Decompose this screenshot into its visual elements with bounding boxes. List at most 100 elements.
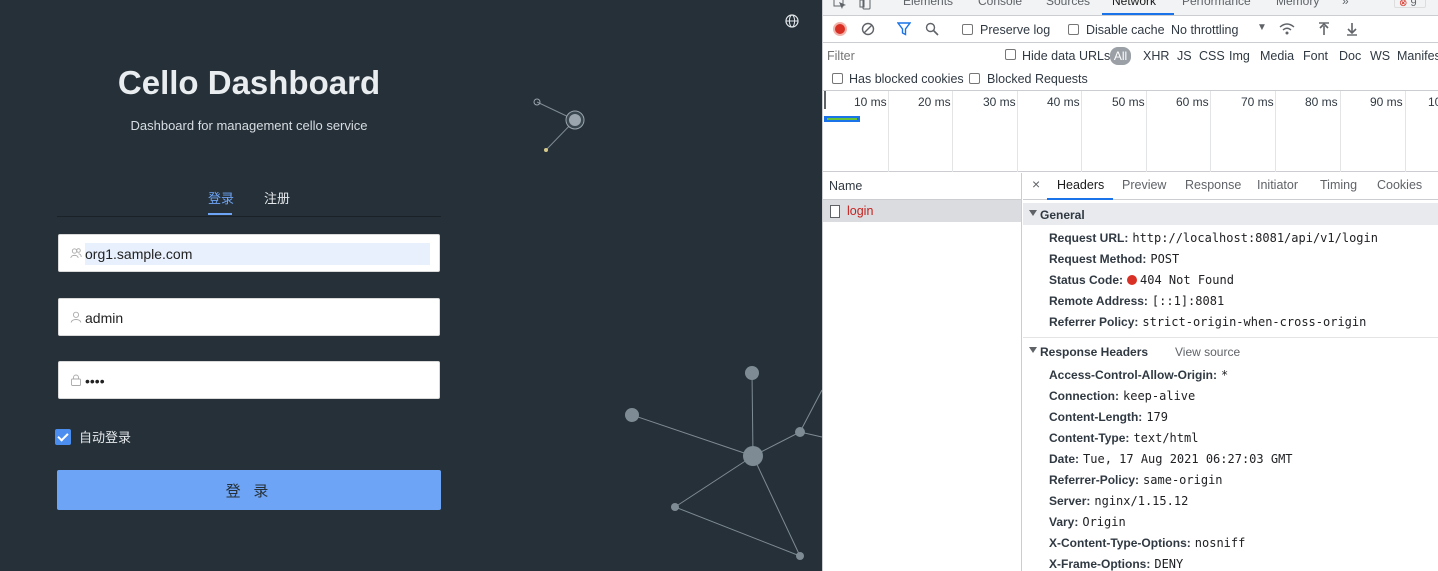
timeline-gridline [1146,91,1147,172]
tab-preview[interactable]: Preview [1122,178,1166,192]
general-row: Remote Address: [::1]:8081 [1049,294,1224,308]
tab-initiator[interactable]: Initiator [1257,178,1298,192]
general-row: Request URL: http://localhost:8081/api/v1… [1049,231,1378,245]
type-filter-media[interactable]: Media [1260,49,1294,63]
header-value: strict-origin-when-cross-origin [1142,315,1367,329]
response-header-row: Server: nginx/1.15.12 [1049,494,1188,508]
general-row: Request Method: POST [1049,252,1179,266]
network-toolbar: Preserve log Disable cache No throttling… [823,17,1438,43]
timeline-tick-label: 70 ms [1241,95,1274,109]
network-timeline-overview[interactable]: 10 ms 20 ms 30 ms 40 ms 50 ms 60 ms 70 m… [823,91,1438,172]
close-details-icon[interactable]: × [1032,176,1040,192]
type-filter-img[interactable]: Img [1229,49,1250,63]
hide-data-urls-checkbox[interactable] [1005,49,1016,60]
tab-headers[interactable]: Headers [1057,178,1104,192]
tab-sources[interactable]: Sources [1046,0,1090,8]
request-details: × Headers Preview Response Initiator Tim… [1023,173,1438,571]
username-input[interactable] [85,307,430,329]
auto-login-checkbox[interactable] [55,428,71,445]
response-headers-title: Response Headers [1040,345,1149,359]
login-submit-button[interactable]: 登 录 [57,470,441,510]
timeline-gridline [1017,91,1018,172]
header-key: Request Method: [1049,252,1147,266]
search-icon[interactable] [925,22,939,36]
tab-elements[interactable]: Elements [903,0,953,8]
filter-icon[interactable] [897,22,911,36]
type-filter-js[interactable]: JS [1177,49,1192,63]
filter-input[interactable] [827,47,991,65]
type-filter-ws[interactable]: WS [1370,49,1390,63]
status-error-icon [1127,275,1138,285]
header-key: Connection: [1049,389,1119,403]
name-column-header[interactable]: Name [823,173,1021,200]
error-count: 9 [1410,0,1417,9]
has-blocked-cookies-label: Has blocked cookies [849,72,964,86]
has-blocked-cookies-checkbox[interactable] [832,73,843,84]
header-value: [::1]:8081 [1151,294,1225,308]
general-row: Referrer Policy: strict-origin-when-cross… [1049,315,1366,329]
header-key: Server: [1049,494,1091,508]
organization-field[interactable] [58,234,440,272]
login-tabs: 登录 注册 [57,186,441,217]
response-header-row: Vary: Origin [1049,515,1126,529]
more-tabs-chevron-icon[interactable]: » [1342,0,1349,8]
response-headers-section-header[interactable]: Response Headers View source [1023,340,1438,362]
header-key: Referrer-Policy: [1049,473,1140,487]
tab-timing[interactable]: Timing [1320,178,1357,192]
network-conditions-icon[interactable] [1279,22,1295,36]
request-row[interactable]: login [823,200,1021,222]
timeline-gridline [1340,91,1341,172]
device-toolbar-icon[interactable] [859,0,873,10]
devtools-main-tabs: Elements Console Sources Network Perform… [823,0,1438,16]
type-filter-all[interactable]: All [1110,47,1131,65]
password-field[interactable] [58,361,440,399]
clear-icon[interactable] [861,22,875,36]
disable-cache-checkbox[interactable] [1068,24,1079,35]
header-key: Content-Type: [1049,431,1130,445]
tab-performance[interactable]: Performance [1182,0,1251,8]
active-main-tab-indicator [1102,13,1174,15]
general-section-header[interactable]: General [1023,203,1438,225]
type-filter-xhr[interactable]: XHR [1143,49,1169,63]
tab-cookies[interactable]: Cookies [1377,178,1422,192]
type-filter-doc[interactable]: Doc [1339,49,1361,63]
auto-login-option[interactable]: 自动登录 [55,427,131,446]
language-globe-icon[interactable] [784,13,800,29]
error-count-badge[interactable]: ⊗ 9 [1394,0,1426,9]
type-filter-css[interactable]: CSS [1199,49,1225,63]
page-subtitle: Dashboard for management cello service [130,118,368,133]
preserve-log-checkbox[interactable] [962,24,973,35]
throttling-select[interactable]: No throttling [1171,23,1238,37]
type-filter-manifest[interactable]: Manifest [1397,49,1438,63]
tab-network[interactable]: Network [1112,0,1156,8]
tab-register[interactable]: 注册 [264,188,290,207]
header-value: 179 [1146,410,1168,424]
header-key: Vary: [1049,515,1079,529]
user-icon [70,311,82,323]
record-icon[interactable] [833,22,847,36]
organization-input[interactable] [85,243,430,265]
throttling-dropdown-icon[interactable]: ▼ [1257,22,1267,33]
blocked-requests-checkbox[interactable] [969,73,980,84]
type-filter-font[interactable]: Font [1303,49,1328,63]
header-value: DENY [1154,557,1184,571]
header-value: 404 Not Found [1140,273,1234,287]
inspect-element-icon[interactable] [833,0,847,10]
timeline-tick-label: 10 [1428,95,1438,109]
username-field[interactable] [58,298,440,336]
import-har-icon[interactable] [1317,22,1331,36]
tab-console[interactable]: Console [978,0,1022,8]
timeline-tick-label: 60 ms [1176,95,1209,109]
response-header-row: X-Content-Type-Options: nosniff [1049,536,1245,550]
blocked-requests-label: Blocked Requests [987,72,1088,86]
password-input[interactable] [85,370,430,392]
tab-memory[interactable]: Memory [1276,0,1319,8]
export-har-icon[interactable] [1345,22,1359,36]
header-key: Status Code: [1049,273,1124,287]
tab-login[interactable]: 登录 [208,188,234,207]
error-icon: ⊗ [1399,0,1408,9]
tab-response[interactable]: Response [1185,178,1241,192]
response-header-row: Referrer-Policy: same-origin [1049,473,1223,487]
response-header-row: Content-Type: text/html [1049,431,1198,445]
view-source-link[interactable]: View source [1175,345,1240,359]
